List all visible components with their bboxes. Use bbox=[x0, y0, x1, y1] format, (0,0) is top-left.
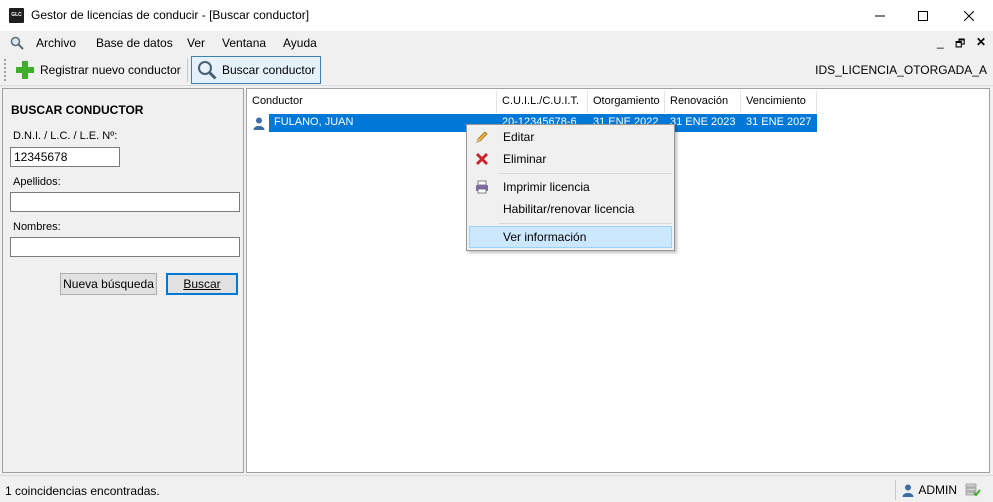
column-renovacion[interactable]: Renovación bbox=[665, 91, 741, 113]
maximize-button[interactable] bbox=[900, 0, 946, 31]
cell-conductor: FULANO, JUAN bbox=[269, 114, 497, 132]
menu-bar: Archivo Base de datos Ver Ventana Ayuda … bbox=[0, 31, 993, 54]
mdi-minimize-icon[interactable]: _ bbox=[937, 35, 944, 49]
status-user-name: ADMIN bbox=[918, 483, 957, 497]
add-icon bbox=[16, 61, 34, 79]
menu-ver[interactable]: Ver bbox=[187, 36, 205, 50]
cell-renovacion: 31 ENE 2023 bbox=[665, 114, 741, 132]
minimize-button[interactable] bbox=[857, 0, 903, 31]
apellidos-input[interactable] bbox=[10, 192, 240, 212]
search-driver-button[interactable]: Buscar conductor bbox=[191, 56, 322, 84]
minimize-icon bbox=[875, 15, 885, 16]
register-driver-button[interactable]: Registrar nuevo conductor bbox=[10, 56, 186, 84]
status-bar: 1 coincidencias encontradas. ADMIN bbox=[0, 475, 993, 502]
nombres-input[interactable] bbox=[10, 237, 240, 257]
menu-ventana[interactable]: Ventana bbox=[222, 36, 266, 50]
window-title: Gestor de licencias de conducir - [Busca… bbox=[31, 8, 310, 22]
search-panel-title: BUSCAR CONDUCTOR bbox=[11, 103, 144, 117]
dni-label: D.N.I. / L.C. / L.E. Nº: bbox=[13, 130, 118, 142]
menu-item-edit[interactable]: Editar bbox=[469, 126, 672, 148]
cell-vencimiento: 31 ENE 2027 bbox=[741, 114, 817, 132]
column-otorgamiento[interactable]: Otorgamiento bbox=[588, 91, 665, 113]
menu-item-info-label: Ver información bbox=[503, 230, 587, 244]
column-conductor[interactable]: Conductor bbox=[247, 91, 497, 113]
menu-item-info[interactable]: Ver información bbox=[469, 226, 672, 248]
search-panel: BUSCAR CONDUCTOR D.N.I. / L.C. / L.E. Nº… bbox=[2, 88, 244, 473]
toolbar-separator bbox=[187, 58, 188, 82]
menu-separator bbox=[499, 173, 672, 174]
new-search-label: Nueva búsqueda bbox=[63, 277, 154, 291]
license-granted-label: IDS_LICENCIA_OTORGADA_A bbox=[815, 63, 987, 77]
apellidos-label: Apellidos: bbox=[13, 176, 61, 188]
menu-item-renew[interactable]: Habilitar/renovar licencia bbox=[469, 198, 672, 220]
app-icon: GLC bbox=[9, 8, 24, 23]
menu-item-print[interactable]: Imprimir licencia bbox=[469, 176, 672, 198]
pencil-icon bbox=[474, 129, 490, 145]
menu-ayuda[interactable]: Ayuda bbox=[283, 36, 317, 50]
search-driver-label: Buscar conductor bbox=[222, 63, 316, 77]
new-search-button[interactable]: Nueva búsqueda bbox=[60, 273, 157, 295]
column-vencimiento[interactable]: Vencimiento bbox=[741, 91, 817, 113]
mdi-close-icon[interactable]: ✕ bbox=[976, 35, 986, 49]
user-icon bbox=[249, 114, 269, 132]
menu-base-de-datos[interactable]: Base de datos bbox=[96, 36, 173, 50]
user-icon bbox=[902, 484, 914, 497]
toolbar-grip[interactable] bbox=[4, 59, 6, 81]
context-menu: Editar Eliminar Imprimir licencia Habili… bbox=[466, 124, 675, 251]
register-driver-label: Registrar nuevo conductor bbox=[40, 63, 181, 77]
menu-item-renew-label: Habilitar/renovar licencia bbox=[503, 202, 635, 216]
magnifier-icon bbox=[198, 61, 217, 80]
status-text: 1 coincidencias encontradas. bbox=[5, 484, 160, 498]
nombres-label: Nombres: bbox=[13, 221, 61, 233]
mdi-restore-icon[interactable]: 🗗 bbox=[955, 35, 965, 54]
menu-separator bbox=[499, 223, 672, 224]
dni-input[interactable] bbox=[10, 147, 120, 167]
delete-x-icon bbox=[474, 151, 490, 167]
close-button[interactable] bbox=[946, 0, 992, 31]
menu-item-delete-label: Eliminar bbox=[503, 152, 547, 166]
search-button-label: Buscar bbox=[183, 277, 221, 291]
database-status-icon[interactable] bbox=[965, 482, 981, 498]
close-icon bbox=[964, 10, 974, 21]
search-icon bbox=[10, 36, 24, 50]
menu-item-print-label: Imprimir licencia bbox=[503, 180, 590, 194]
menu-item-delete[interactable]: Eliminar bbox=[469, 148, 672, 170]
maximize-icon bbox=[918, 10, 928, 21]
printer-icon bbox=[474, 179, 490, 195]
search-button[interactable]: Buscar bbox=[166, 273, 238, 295]
menu-item-edit-label: Editar bbox=[503, 130, 535, 144]
status-user: ADMIN bbox=[895, 480, 957, 500]
menu-archivo[interactable]: Archivo bbox=[36, 36, 76, 50]
title-bar: GLC Gestor de licencias de conducir - [B… bbox=[0, 0, 993, 31]
toolbar: Registrar nuevo conductor Buscar conduct… bbox=[0, 54, 993, 86]
results-header: Conductor C.U.I.L./C.U.I.T. Otorgamiento… bbox=[247, 91, 817, 113]
column-cuil[interactable]: C.U.I.L./C.U.I.T. bbox=[497, 91, 588, 113]
